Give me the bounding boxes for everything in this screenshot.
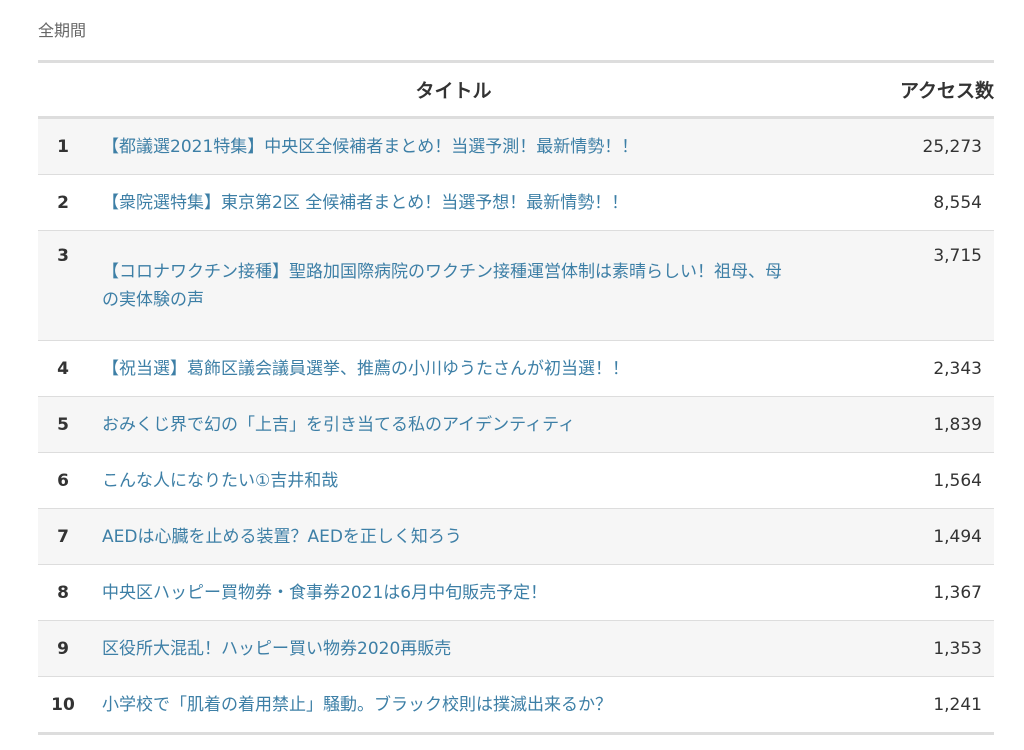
title-cell: 中央区ハッピー買物券・食事券2021は6月中旬販売予定！ [88,565,819,621]
article-link[interactable]: AEDは心臓を止める装置？AEDを正しく知ろう [102,527,462,547]
access-count: 1,494 [933,526,982,547]
article-link[interactable]: 【祝当選】葛飾区議会議員選挙、推薦の小川ゆうたさんが初当選！！ [102,359,629,379]
rank-number: 4 [57,358,69,379]
title-cell: AEDは心臓を止める装置？AEDを正しく知ろう [88,509,819,565]
table-header: タイトル アクセス数 [38,61,994,118]
title-cell: 【都議選2021特集】中央区全候補者まとめ！当選予測！最新情勢！！ [88,118,819,175]
count-column-header: アクセス数 [899,80,994,102]
access-count: 25,273 [922,136,982,157]
access-count: 1,241 [933,694,982,715]
access-count: 1,353 [933,638,982,659]
table-body: 1 【都議選2021特集】中央区全候補者まとめ！当選予測！最新情勢！！ 25,2… [38,117,994,734]
rank-number: 5 [57,414,69,435]
rank-number: 9 [57,638,69,659]
table-row: 6 こんな人になりたい①吉井和哉 1,564 [38,453,994,509]
article-link[interactable]: おみくじ界で幻の「上吉」を引き当てる私のアイデンティティ [102,415,575,435]
access-count: 1,839 [933,414,982,435]
access-ranking-table: タイトル アクセス数 1 【都議選2021特集】中央区全候補者まとめ！当選予測！… [38,60,994,735]
access-count: 1,367 [933,582,982,603]
article-link[interactable]: 【都議選2021特集】中央区全候補者まとめ！当選予測！最新情勢！！ [102,137,638,157]
access-count: 8,554 [933,192,982,213]
rank-number: 7 [57,526,69,547]
period-label: 全期間 [38,21,87,40]
article-link[interactable]: 中央区ハッピー買物券・食事券2021は6月中旬販売予定！ [102,583,547,603]
article-link[interactable]: 【コロナワクチン接種】聖路加国際病院のワクチン接種運営体制は素晴らしい！祖母、母… [102,262,782,310]
rank-number: 3 [57,246,69,266]
title-cell: おみくじ界で幻の「上吉」を引き当てる私のアイデンティティ [88,397,819,453]
title-cell: 区役所大混乱！ハッピー買い物券2020再販売 [88,621,819,677]
article-link[interactable]: 小学校で「肌着の着用禁止」騒動。ブラック校則は撲滅出来るか？ [102,695,612,715]
table-row: 5 おみくじ界で幻の「上吉」を引き当てる私のアイデンティティ 1,839 [38,396,994,453]
article-link[interactable]: こんな人になりたい①吉井和哉 [102,471,338,491]
rank-number: 10 [51,694,75,715]
access-count: 1,564 [933,470,982,491]
title-cell: 【衆院選特集】東京第2区 全候補者まとめ！当選予想！最新情勢！！ [88,175,819,231]
article-link[interactable]: 【衆院選特集】東京第2区 全候補者まとめ！当選予想！最新情勢！！ [102,193,628,213]
rank-number: 6 [57,470,69,491]
table-row: 7 AEDは心臓を止める装置？AEDを正しく知ろう 1,494 [38,508,994,565]
title-cell: 【コロナワクチン接種】聖路加国際病院のワクチン接種運営体制は素晴らしい！祖母、母… [88,231,819,341]
access-count: 3,715 [933,246,982,266]
article-link[interactable]: 区役所大混乱！ハッピー買い物券2020再販売 [102,639,451,659]
table-row: 4 【祝当選】葛飾区議会議員選挙、推薦の小川ゆうたさんが初当選！！ 2,343 [38,341,994,397]
rank-number: 2 [57,192,69,213]
table-row: 10 小学校で「肌着の着用禁止」騒動。ブラック校則は撲滅出来るか？ 1,241 [38,677,994,734]
table-row: 9 区役所大混乱！ハッピー買い物券2020再販売 1,353 [38,620,994,677]
table-row: 3 【コロナワクチン接種】聖路加国際病院のワクチン接種運営体制は素晴らしい！祖母… [38,230,994,341]
rank-column-header [38,62,88,118]
title-cell: こんな人になりたい①吉井和哉 [88,453,819,509]
title-cell: 【祝当選】葛飾区議会議員選挙、推薦の小川ゆうたさんが初当選！！ [88,341,819,397]
table-row: 1 【都議選2021特集】中央区全候補者まとめ！当選予測！最新情勢！！ 25,2… [38,117,994,175]
header-row: タイトル アクセス数 [38,61,994,118]
title-cell: 小学校で「肌着の着用禁止」騒動。ブラック校則は撲滅出来るか？ [88,677,819,734]
table-row: 2 【衆院選特集】東京第2区 全候補者まとめ！当選予想！最新情勢！！ 8,554 [38,175,994,231]
access-count: 2,343 [933,358,982,379]
rank-number: 8 [57,582,69,603]
table-row: 8 中央区ハッピー買物券・食事券2021は6月中旬販売予定！ 1,367 [38,565,994,621]
title-column-header: タイトル [415,80,492,102]
rank-number: 1 [57,136,69,157]
